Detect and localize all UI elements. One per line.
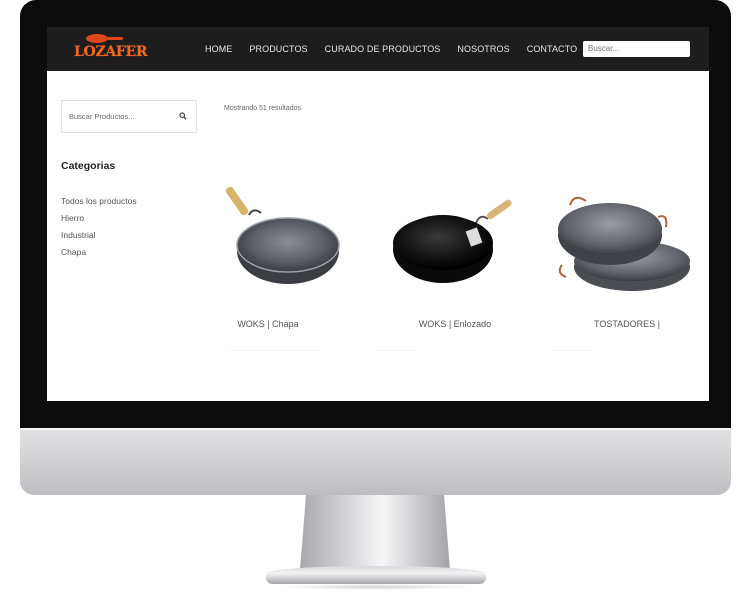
category-item-chapa[interactable]: Chapa — [61, 246, 137, 263]
product-card[interactable]: WOKS | Chapa — [193, 177, 343, 337]
logo-text: LOZAFER — [74, 44, 148, 60]
base-shadow — [276, 584, 476, 590]
divider — [377, 350, 417, 351]
product-name[interactable]: WOKS | Enlozado — [380, 319, 530, 329]
nav-link-home[interactable]: HOME — [205, 44, 232, 54]
nav-link-productos[interactable]: PRODUCTOS — [249, 44, 307, 54]
product-search-input[interactable]: Buscar Productos... — [61, 100, 197, 133]
nav-link-curado[interactable]: CURADO DE PRODUCTOS — [325, 44, 441, 54]
logo-handle-icon — [107, 37, 123, 40]
wok-enlozado-image[interactable] — [380, 177, 530, 297]
monitor-base — [266, 566, 486, 584]
results-count: Mostrando 51 resultados — [224, 105, 302, 112]
nav-link-nosotros[interactable]: NOSOTROS — [457, 44, 509, 54]
screen: LOZAFER HOME PRODUCTOS CURADO DE PRODUCT… — [47, 27, 709, 401]
site-logo[interactable]: LOZAFER — [74, 32, 148, 66]
nav-link-contacto[interactable]: CONTACTO — [527, 44, 577, 54]
nav-menu: HOME PRODUCTOS CURADO DE PRODUCTOS NOSOT… — [205, 27, 594, 71]
tostadores-image[interactable] — [552, 177, 702, 297]
top-navbar: LOZAFER HOME PRODUCTOS CURADO DE PRODUCT… — [47, 27, 709, 71]
monitor-chin — [20, 428, 731, 495]
product-search-placeholder: Buscar Productos... — [69, 112, 135, 121]
wok-chapa-image[interactable] — [193, 177, 343, 297]
search-icon[interactable] — [179, 112, 187, 120]
category-list: Todos los productos Hierro Industrial Ch… — [61, 195, 137, 263]
product-card[interactable]: WOKS | Enlozado — [380, 177, 530, 337]
monitor-stand — [300, 495, 450, 570]
product-name[interactable]: WOKS | Chapa — [193, 319, 343, 329]
product-card[interactable]: TOSTADORES | — [552, 177, 702, 337]
category-item-hierro[interactable]: Hierro — [61, 212, 137, 229]
category-item-todos[interactable]: Todos los productos — [61, 195, 137, 212]
divider — [230, 350, 320, 351]
logo-pan-icon — [86, 34, 108, 43]
divider — [552, 350, 592, 351]
product-name[interactable]: TOSTADORES | — [552, 319, 702, 329]
header-search-input[interactable]: Buscar... — [583, 41, 690, 57]
categories-heading: Categorias — [61, 160, 116, 172]
category-item-industrial[interactable]: Industrial — [61, 229, 137, 246]
